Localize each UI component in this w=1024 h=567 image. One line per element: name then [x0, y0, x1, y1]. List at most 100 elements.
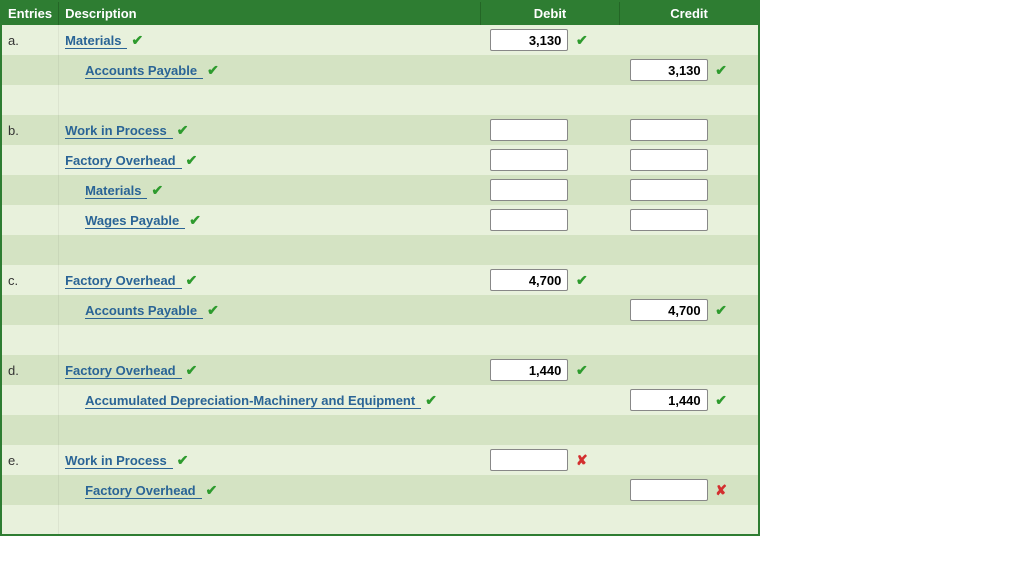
description-cell [59, 325, 481, 355]
account-check-icon: ✔ [177, 122, 189, 139]
account-check-icon: ✔ [186, 362, 198, 379]
entry-label [1, 325, 59, 355]
debit-check-icon: ✔ [576, 272, 588, 289]
debit-input[interactable] [490, 269, 568, 291]
debit-cell [480, 505, 619, 535]
credit-cell [620, 145, 759, 175]
entry-label: b. [1, 115, 59, 145]
debit-check-icon: ✔ [576, 362, 588, 379]
description-cell: Accumulated Depreciation-Machinery and E… [59, 385, 481, 415]
description-cell: Factory Overhead✔ [59, 145, 481, 175]
description-cell: Materials✔ [59, 25, 481, 55]
account-link[interactable]: Factory Overhead [85, 483, 202, 499]
account-link[interactable]: Factory Overhead [65, 363, 182, 379]
debit-cell [480, 145, 619, 175]
credit-input[interactable] [630, 479, 708, 501]
description-cell [59, 235, 481, 265]
entry-label [1, 175, 59, 205]
account-check-icon: ✔ [207, 62, 219, 79]
debit-input[interactable] [490, 149, 568, 171]
account-check-icon: ✔ [206, 482, 218, 499]
account-check-icon: ✔ [425, 392, 437, 409]
credit-input[interactable] [630, 179, 708, 201]
credit-cell [620, 265, 759, 295]
header-description: Description [59, 1, 481, 25]
credit-input[interactable] [630, 149, 708, 171]
credit-cell [620, 205, 759, 235]
entry-label [1, 235, 59, 265]
debit-cell [480, 385, 619, 415]
description-cell: Accounts Payable✔ [59, 295, 481, 325]
debit-input[interactable] [490, 119, 568, 141]
credit-cell [620, 235, 759, 265]
credit-input[interactable] [630, 389, 708, 411]
account-link[interactable]: Work in Process [65, 123, 173, 139]
entry-label [1, 415, 59, 445]
header-credit: Credit [620, 1, 759, 25]
debit-cell [480, 475, 619, 505]
account-link[interactable]: Accumulated Depreciation-Machinery and E… [85, 393, 421, 409]
description-cell: Accounts Payable✔ [59, 55, 481, 85]
credit-cell: ✔ [620, 295, 759, 325]
description-cell: Factory Overhead✔ [59, 265, 481, 295]
entry-label [1, 505, 59, 535]
table-row: c.Factory Overhead✔ ✔ [1, 265, 759, 295]
debit-input[interactable] [490, 449, 568, 471]
description-cell [59, 85, 481, 115]
credit-input[interactable] [630, 119, 708, 141]
table-row [1, 505, 759, 535]
description-cell: Materials✔ [59, 175, 481, 205]
credit-cell: ✔ [620, 385, 759, 415]
debit-input[interactable] [490, 359, 568, 381]
debit-cell [480, 85, 619, 115]
account-link[interactable]: Work in Process [65, 453, 173, 469]
credit-check-icon: ✔ [715, 62, 727, 79]
table-row: Accumulated Depreciation-Machinery and E… [1, 385, 759, 415]
table-row: Accounts Payable✔ ✔ [1, 295, 759, 325]
debit-cell [480, 115, 619, 145]
description-cell: Work in Process✔ [59, 115, 481, 145]
debit-check-icon: ✔ [576, 32, 588, 49]
description-cell: Wages Payable✔ [59, 205, 481, 235]
table-row: a.Materials✔ ✔ [1, 25, 759, 55]
debit-cell: ✔ [480, 265, 619, 295]
table-row: Accounts Payable✔ ✔ [1, 55, 759, 85]
debit-cell: ✔ [480, 25, 619, 55]
debit-cell [480, 415, 619, 445]
account-link[interactable]: Materials [65, 33, 127, 49]
table-row [1, 235, 759, 265]
journal-entries-table: Entries Description Debit Credit a.Mater… [0, 0, 760, 536]
debit-cell [480, 295, 619, 325]
credit-cross-icon: ✘ [715, 482, 727, 499]
account-link[interactable]: Materials [85, 183, 147, 199]
table-row [1, 415, 759, 445]
credit-input[interactable] [630, 299, 708, 321]
header-debit: Debit [480, 1, 619, 25]
table-row: Factory Overhead✔ ✘ [1, 475, 759, 505]
credit-input[interactable] [630, 209, 708, 231]
credit-cell: ✘ [620, 475, 759, 505]
account-check-icon: ✔ [177, 452, 189, 469]
description-cell [59, 415, 481, 445]
description-cell: Factory Overhead✔ [59, 475, 481, 505]
table-row: Materials✔ [1, 175, 759, 205]
account-link[interactable]: Accounts Payable [85, 63, 203, 79]
account-link[interactable]: Wages Payable [85, 213, 185, 229]
debit-input[interactable] [490, 209, 568, 231]
account-link[interactable]: Accounts Payable [85, 303, 203, 319]
debit-input[interactable] [490, 179, 568, 201]
account-check-icon: ✔ [186, 152, 198, 169]
credit-input[interactable] [630, 59, 708, 81]
debit-cell [480, 175, 619, 205]
entry-label: e. [1, 445, 59, 475]
account-link[interactable]: Factory Overhead [65, 153, 182, 169]
debit-input[interactable] [490, 29, 568, 51]
credit-cell [620, 25, 759, 55]
account-link[interactable]: Factory Overhead [65, 273, 182, 289]
table-row [1, 85, 759, 115]
entry-label: c. [1, 265, 59, 295]
entry-label: a. [1, 25, 59, 55]
account-check-icon: ✔ [131, 32, 143, 49]
table-row: b.Work in Process✔ [1, 115, 759, 145]
credit-check-icon: ✔ [715, 392, 727, 409]
